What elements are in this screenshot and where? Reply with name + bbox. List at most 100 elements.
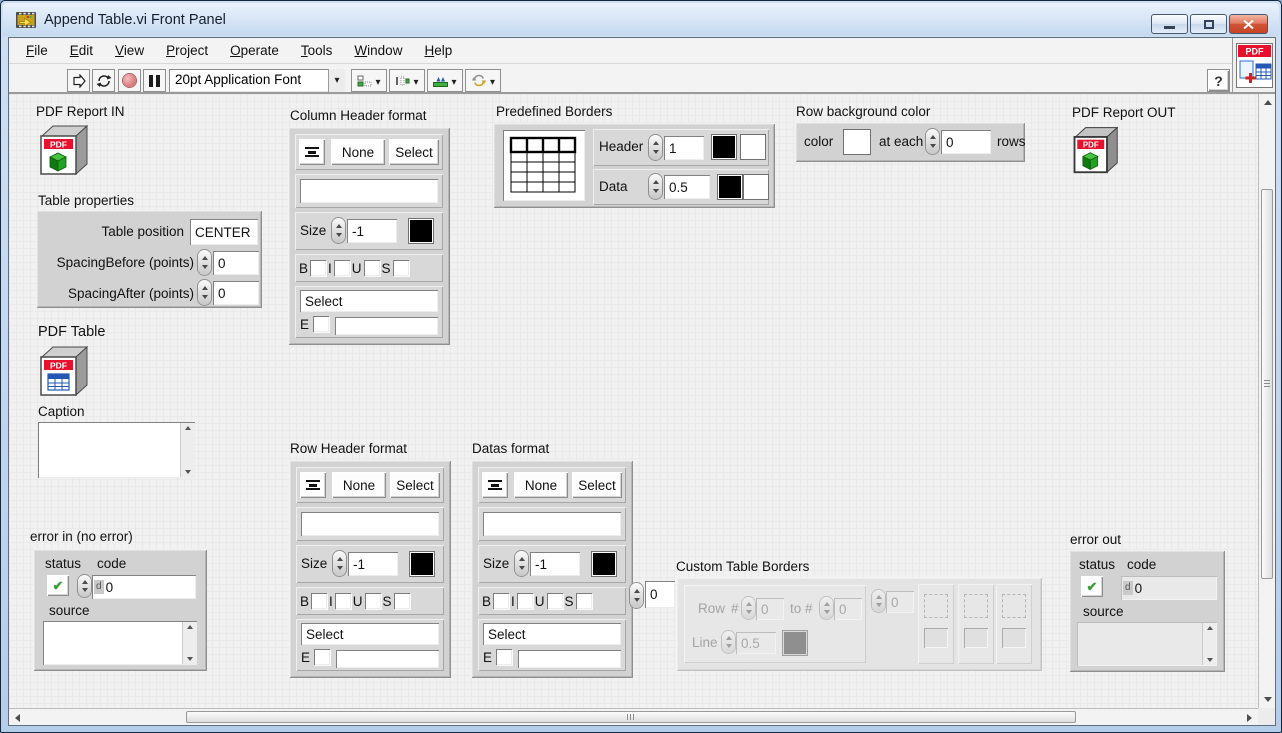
interval-spinner[interactable] (926, 129, 939, 154)
format-text-field[interactable] (483, 512, 621, 536)
text-color-box[interactable] (408, 218, 434, 244)
vi-icon-badge[interactable]: PDF (1232, 38, 1275, 93)
horizontal-scrollbar[interactable] (9, 708, 1258, 725)
reorder-button[interactable] (465, 69, 501, 92)
bold-checkbox[interactable] (493, 593, 509, 609)
bold-checkbox[interactable] (311, 593, 327, 609)
enable-checkbox[interactable] (496, 649, 512, 665)
font-selector-chevron-down-icon[interactable] (328, 69, 345, 92)
menu-window[interactable]: Window (343, 40, 413, 61)
error-in-source-scrollbar[interactable] (182, 622, 196, 664)
vertical-scroll-thumb[interactable] (1261, 189, 1273, 579)
custom-font-field[interactable] (335, 317, 438, 335)
data-fill-color-box[interactable] (743, 174, 769, 200)
pdf-table-refnum[interactable]: PDF (34, 342, 90, 403)
italic-checkbox[interactable] (517, 593, 533, 609)
menu-project[interactable]: Project (155, 40, 219, 61)
font-none-button[interactable]: None (514, 472, 568, 498)
scroll-down-button[interactable] (1259, 691, 1276, 708)
text-align-button[interactable] (299, 139, 325, 165)
border-array-index-spinner[interactable] (630, 583, 643, 608)
spacing-before-field[interactable]: 0 (213, 251, 259, 275)
enable-checkbox[interactable] (314, 649, 330, 665)
font-select-button[interactable]: Select (389, 139, 439, 165)
font-none-button[interactable]: None (331, 139, 385, 165)
table-position-field[interactable]: CENTER (190, 219, 258, 245)
strike-checkbox[interactable] (576, 593, 592, 609)
scroll-up-button[interactable] (1259, 94, 1276, 111)
error-out-source-scrollbar[interactable] (1202, 623, 1216, 665)
strike-checkbox[interactable] (393, 260, 409, 276)
caption-field[interactable] (38, 422, 195, 478)
align-objects-button[interactable] (351, 69, 387, 92)
font-name-field[interactable]: Select (300, 290, 438, 312)
error-in-status-checkbox[interactable]: ✔ (47, 575, 69, 596)
run-continuously-button[interactable] (92, 69, 115, 92)
border-array-index-field[interactable]: 0 (645, 581, 675, 608)
help-button[interactable]: ? (1207, 69, 1230, 92)
font-select-button[interactable]: Select (572, 472, 622, 498)
data-width-field[interactable]: 0.5 (664, 175, 710, 199)
scroll-down-icon[interactable] (185, 470, 191, 474)
italic-checkbox[interactable] (335, 593, 351, 609)
spacing-after-spinner[interactable] (198, 280, 211, 305)
header-line-color-box[interactable] (711, 134, 737, 160)
distribute-objects-button[interactable] (389, 69, 425, 92)
menu-operate[interactable]: Operate (219, 40, 290, 61)
error-in-source-field[interactable] (43, 621, 197, 665)
underline-checkbox[interactable] (365, 593, 381, 609)
data-width-spinner[interactable] (649, 174, 662, 199)
run-button[interactable] (67, 69, 90, 92)
error-in-code-spinner[interactable] (78, 575, 91, 597)
scroll-down-icon[interactable] (1207, 658, 1213, 662)
scroll-up-icon[interactable] (1207, 626, 1213, 630)
underline-checkbox[interactable] (364, 260, 380, 276)
custom-font-field[interactable] (336, 650, 439, 668)
minimize-button[interactable] (1151, 14, 1188, 34)
bold-checkbox[interactable] (310, 260, 326, 276)
enable-checkbox[interactable] (313, 316, 329, 332)
font-selector[interactable]: 20pt Application Font (169, 69, 345, 92)
menu-view[interactable]: View (104, 40, 155, 61)
header-fill-color-box[interactable] (740, 134, 766, 160)
error-in-code-field[interactable]: d0 (92, 575, 196, 599)
row-color-box[interactable] (843, 129, 871, 155)
size-field[interactable]: -1 (347, 219, 397, 243)
font-name-field[interactable]: Select (483, 623, 621, 645)
font-select-button[interactable]: Select (390, 472, 440, 498)
strike-checkbox[interactable] (394, 593, 410, 609)
horizontal-scroll-thumb[interactable] (186, 711, 1076, 723)
italic-checkbox[interactable] (334, 260, 350, 276)
scroll-right-button[interactable] (1241, 709, 1258, 726)
text-color-box[interactable] (409, 551, 435, 577)
size-field[interactable]: -1 (530, 552, 580, 576)
menu-file[interactable]: File (15, 40, 59, 61)
resize-objects-button[interactable] (427, 69, 463, 92)
scroll-up-icon[interactable] (185, 426, 191, 430)
caption-scrollbar[interactable] (180, 423, 194, 477)
font-none-button[interactable]: None (332, 472, 386, 498)
scroll-down-icon[interactable] (187, 657, 193, 661)
close-button[interactable] (1229, 14, 1268, 34)
header-width-spinner[interactable] (649, 135, 662, 160)
titlebar[interactable]: Append Table.vi Front Panel (3, 3, 1279, 36)
header-width-field[interactable]: 1 (664, 136, 704, 160)
font-name-field[interactable]: Select (301, 623, 439, 645)
size-field[interactable]: -1 (348, 552, 398, 576)
border-style-picture-ring[interactable] (503, 130, 585, 201)
size-spinner[interactable] (332, 218, 345, 243)
menu-edit[interactable]: Edit (59, 40, 104, 61)
menu-tools[interactable]: Tools (290, 40, 344, 61)
text-color-box[interactable] (591, 551, 617, 577)
underline-checkbox[interactable] (547, 593, 563, 609)
scroll-up-icon[interactable] (187, 625, 193, 629)
spacing-before-spinner[interactable] (198, 250, 211, 275)
format-text-field[interactable] (301, 512, 439, 536)
format-text-field[interactable] (300, 179, 438, 203)
text-align-button[interactable] (300, 472, 326, 498)
size-spinner[interactable] (333, 551, 346, 576)
pdf-report-in-refnum[interactable]: PDF (34, 121, 90, 182)
pause-button[interactable] (143, 69, 166, 92)
size-spinner[interactable] (515, 551, 528, 576)
custom-font-field[interactable] (518, 650, 621, 668)
